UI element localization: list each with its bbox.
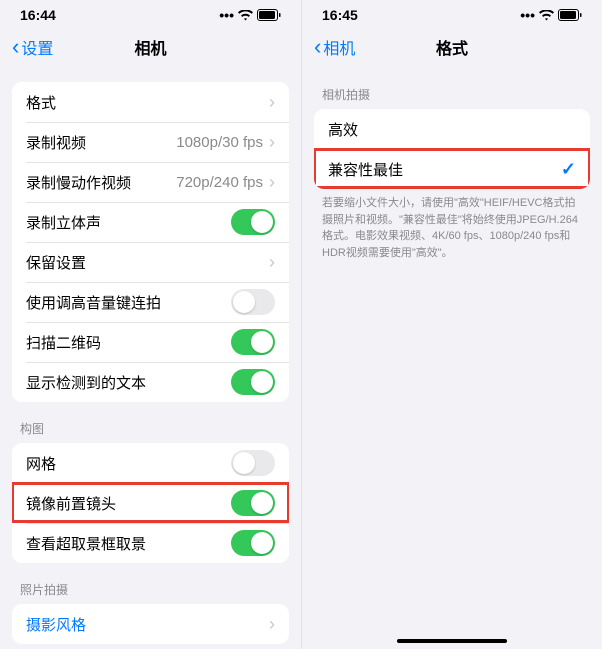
row-preserve-settings[interactable]: 保留设置 › bbox=[12, 242, 289, 282]
row-grid: 网格 bbox=[12, 443, 289, 483]
content: 格式 › 录制视频 1080p/30 fps › 录制慢动作视频 720p/24… bbox=[0, 82, 301, 649]
chevron-left-icon: ‹ bbox=[314, 36, 321, 58]
status-bar: 16:44 ••• bbox=[0, 4, 301, 26]
toggle-mirror-front[interactable] bbox=[231, 490, 275, 516]
chevron-right-icon: › bbox=[269, 615, 275, 633]
camera-settings-screen: 16:44 ••• ‹ 设置 相机 格式 › 录制视频 1080p/30 fps… bbox=[0, 0, 301, 649]
section-header-camera-capture: 相机拍摄 bbox=[302, 68, 602, 109]
row-label: 显示检测到的文本 bbox=[26, 372, 146, 393]
status-time: 16:45 bbox=[322, 7, 520, 23]
toggle-scan-qr[interactable] bbox=[231, 329, 275, 355]
row-high-efficiency[interactable]: 高效 bbox=[314, 109, 590, 149]
toggle-stereo-sound[interactable] bbox=[231, 209, 275, 235]
row-record-slomo[interactable]: 录制慢动作视频 720p/240 fps › bbox=[12, 162, 289, 202]
toggle-volume-burst[interactable] bbox=[231, 289, 275, 315]
wifi-icon bbox=[238, 10, 253, 21]
section-header-photo-capture: 照片拍摄 bbox=[0, 563, 301, 604]
battery-icon bbox=[257, 9, 281, 21]
row-label: 兼容性最佳 bbox=[328, 159, 403, 180]
checkmark-icon: ✓ bbox=[561, 159, 576, 180]
home-indicator[interactable] bbox=[397, 639, 507, 643]
section-header-composition: 构图 bbox=[0, 402, 301, 443]
row-label: 录制慢动作视频 bbox=[26, 172, 131, 193]
wifi-icon bbox=[539, 10, 554, 21]
cellular-icon: ••• bbox=[520, 7, 535, 23]
back-label: 相机 bbox=[323, 35, 355, 59]
row-most-compatible[interactable]: 兼容性最佳 ✓ bbox=[314, 149, 590, 189]
toggle-detected-text[interactable] bbox=[231, 369, 275, 395]
chevron-right-icon: › bbox=[269, 173, 275, 191]
back-label: 设置 bbox=[21, 35, 53, 59]
content: 相机拍摄 高效 兼容性最佳 ✓ 若要缩小文件大小，请使用"高效"HEIF/HEV… bbox=[302, 68, 602, 261]
row-label: 网格 bbox=[26, 453, 56, 474]
row-value: 1080p/30 fps bbox=[176, 134, 263, 151]
row-volume-burst: 使用调高音量键连拍 bbox=[12, 282, 289, 322]
nav-bar: ‹ 设置 相机 bbox=[0, 26, 301, 68]
toggle-view-outside-frame[interactable] bbox=[231, 530, 275, 556]
footer-text-styles: 将你的个人审美带进摄影作品，使照片更加个性化。"摄影风格"使用先进的场景理解技术… bbox=[0, 644, 301, 649]
row-stereo-sound: 录制立体声 bbox=[12, 202, 289, 242]
row-label: 保留设置 bbox=[26, 252, 86, 273]
row-detected-text: 显示检测到的文本 bbox=[12, 362, 289, 402]
settings-group-composition: 网格 镜像前置镜头 查看超取景框取景 bbox=[12, 443, 289, 563]
status-bar: 16:45 ••• bbox=[302, 4, 602, 26]
row-label: 镜像前置镜头 bbox=[26, 493, 116, 514]
row-view-outside-frame: 查看超取景框取景 bbox=[12, 523, 289, 563]
status-icons: ••• bbox=[219, 7, 281, 23]
cellular-icon: ••• bbox=[219, 7, 234, 23]
chevron-left-icon: ‹ bbox=[12, 36, 19, 58]
back-button[interactable]: ‹ 设置 bbox=[12, 35, 53, 59]
row-record-video[interactable]: 录制视频 1080p/30 fps › bbox=[12, 122, 289, 162]
toggle-grid[interactable] bbox=[231, 450, 275, 476]
settings-group-photo: 摄影风格 › bbox=[12, 604, 289, 644]
chevron-right-icon: › bbox=[269, 133, 275, 151]
chevron-right-icon: › bbox=[269, 253, 275, 271]
row-label: 高效 bbox=[328, 119, 358, 140]
row-label: 使用调高音量键连拍 bbox=[26, 292, 161, 313]
row-formats[interactable]: 格式 › bbox=[12, 82, 289, 122]
formats-group: 高效 兼容性最佳 ✓ bbox=[314, 109, 590, 189]
battery-icon bbox=[558, 9, 582, 21]
row-label: 查看超取景框取景 bbox=[26, 533, 146, 554]
chevron-right-icon: › bbox=[269, 93, 275, 111]
row-label: 录制立体声 bbox=[26, 212, 101, 233]
row-scan-qr: 扫描二维码 bbox=[12, 322, 289, 362]
row-label: 摄影风格 bbox=[26, 614, 86, 635]
footer-text-formats: 若要缩小文件大小，请使用"高效"HEIF/HEVC格式拍摄照片和视频。"兼容性最… bbox=[302, 189, 602, 261]
row-label: 扫描二维码 bbox=[26, 332, 101, 353]
row-photographic-styles[interactable]: 摄影风格 › bbox=[12, 604, 289, 644]
status-time: 16:44 bbox=[20, 7, 219, 23]
settings-group-capture: 格式 › 录制视频 1080p/30 fps › 录制慢动作视频 720p/24… bbox=[12, 82, 289, 402]
nav-bar: ‹ 相机 格式 bbox=[302, 26, 602, 68]
status-icons: ••• bbox=[520, 7, 582, 23]
row-label: 录制视频 bbox=[26, 132, 86, 153]
back-button[interactable]: ‹ 相机 bbox=[314, 35, 355, 59]
row-mirror-front: 镜像前置镜头 bbox=[12, 483, 289, 523]
row-label: 格式 bbox=[26, 92, 56, 113]
row-value: 720p/240 fps bbox=[176, 174, 263, 191]
formats-screen: 16:45 ••• ‹ 相机 格式 相机拍摄 高效 兼容性最佳 ✓ 若要缩小文件… bbox=[301, 0, 602, 649]
